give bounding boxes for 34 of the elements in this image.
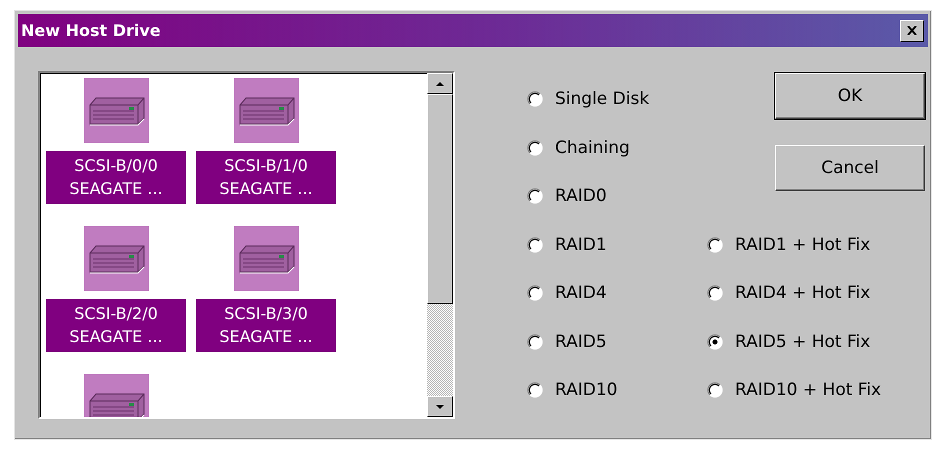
radio-icon[interactable] [707,285,723,301]
radio-option[interactable]: RAID4 [527,279,707,307]
radio-option[interactable]: RAID5 + Hot Fix [707,328,925,356]
radio-option[interactable]: RAID1 [527,230,707,258]
radio-option[interactable]: Chaining [527,134,707,162]
radio-option[interactable]: RAID10 [527,376,707,404]
close-icon [907,26,917,35]
window-title: New Host Drive [21,21,161,40]
radio-option[interactable]: Single Disk [527,85,707,113]
scroll-down-icon[interactable] [436,404,444,408]
radio-icon[interactable] [707,334,723,350]
drive-label[interactable]: SCSI-B/2/0 SEAGATE ... [46,299,186,352]
radio-icon[interactable] [527,140,543,156]
radio-icon[interactable] [527,236,543,252]
radio-option[interactable]: RAID1 + Hot Fix [707,230,925,258]
drive-label[interactable]: SCSI-B/0/0 SEAGATE ... [46,151,186,204]
radio-icon[interactable] [527,91,543,107]
radio-icon[interactable] [527,382,543,398]
scrollbar[interactable] [427,73,453,417]
drive-label[interactable]: SCSI-B/1/0 SEAGATE ... [196,151,336,204]
radio-icon[interactable] [527,334,543,350]
radio-option[interactable]: RAID10 + Hot Fix [707,376,925,404]
close-button[interactable] [900,20,924,42]
radio-icon[interactable] [707,236,723,252]
radio-option[interactable]: RAID0 [527,182,707,210]
scroll-up-icon[interactable] [436,82,444,86]
radio-icon[interactable] [707,382,723,398]
drive-label[interactable]: SCSI-B/3/0 SEAGATE ... [196,299,336,352]
dialog-button[interactable]: OK [775,73,925,119]
radio-icon[interactable] [527,285,543,301]
radio-option[interactable]: RAID5 [527,328,707,356]
radio-option[interactable]: RAID4 + Hot Fix [707,279,925,307]
radio-icon[interactable] [527,188,543,204]
dialog-button[interactable]: Cancel [775,145,925,191]
